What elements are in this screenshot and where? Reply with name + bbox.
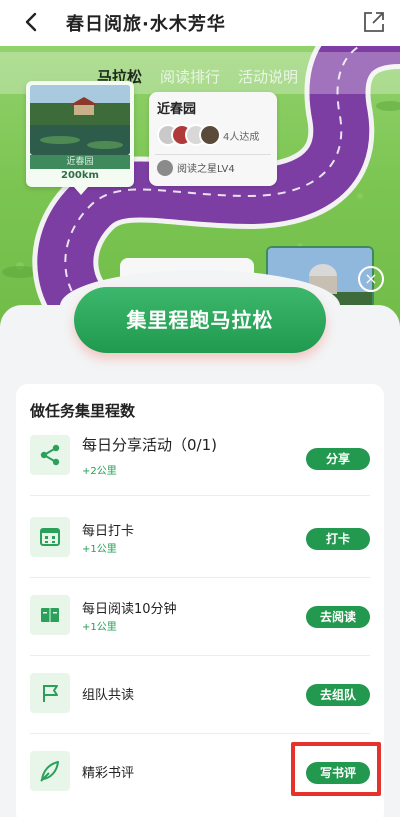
task-reward: +2公里 [82,466,117,477]
task-reward: +1公里 [82,622,117,633]
leaf-pen-icon [30,751,70,791]
book-icon [30,595,70,635]
share-icon [30,435,70,475]
landmark-label: 近春园 [30,155,130,169]
task-name: 每日阅读10分钟 [82,602,177,617]
highlight-box [291,742,381,796]
landmark-info-card[interactable]: 近春园 4人达成 阅读之星LV4 [149,92,277,186]
flag-icon [30,673,70,713]
landmark-photo [30,85,130,155]
landmark-distance: 200km [61,170,99,181]
landmark-info-title: 近春园 [157,102,197,117]
badge-icon [157,160,173,176]
divider [155,154,271,155]
share-button[interactable]: 分享 [306,448,370,470]
tab-reading-rank[interactable]: 阅读排行 [160,66,220,87]
go-read-button[interactable]: 去阅读 [306,606,370,628]
external-share-icon[interactable] [362,10,386,34]
tab-activity-info[interactable]: 活动说明 [238,66,298,87]
avatar [199,124,221,146]
page-title: 春日阅旅·水木芳华 [66,14,226,35]
divider [30,495,370,496]
list-item: 每日打卡 +1公里 打卡 [16,500,384,578]
task-name: 每日分享活动（0/1) [82,436,217,454]
achiever-avatars [157,124,221,146]
task-reward: +1公里 [82,544,117,555]
top-bar: 春日阅旅·水木芳华 [0,0,400,46]
join-team-button[interactable]: 去组队 [306,684,370,706]
banner-label: 集里程跑马拉松 [126,308,274,332]
reader-badge: 阅读之星LV4 [177,164,235,175]
task-name: 每日打卡 [82,524,135,539]
list-item: 每日阅读10分钟 +1公里 去阅读 [16,578,384,656]
marathon-banner-button[interactable]: 集里程跑马拉松 [74,287,326,353]
achieved-count: 4人达成 [223,132,260,143]
calendar-icon [30,517,70,557]
check-in-button[interactable]: 打卡 [306,528,370,550]
chevron-left-icon[interactable] [18,8,46,36]
task-list-card: 做任务集里程数 每日分享活动（0/1) +2公里 分享 每日打卡 +1公里 打卡 [16,384,384,817]
list-item: 组队共读 去组队 [16,656,384,734]
task-name: 精彩书评 [82,766,135,781]
landmark-card[interactable]: 近春园 200km [26,81,134,195]
list-item: 每日分享活动（0/1) +2公里 分享 [16,418,384,496]
task-name: 组队共读 [82,688,135,703]
close-icon[interactable]: × [358,266,384,292]
